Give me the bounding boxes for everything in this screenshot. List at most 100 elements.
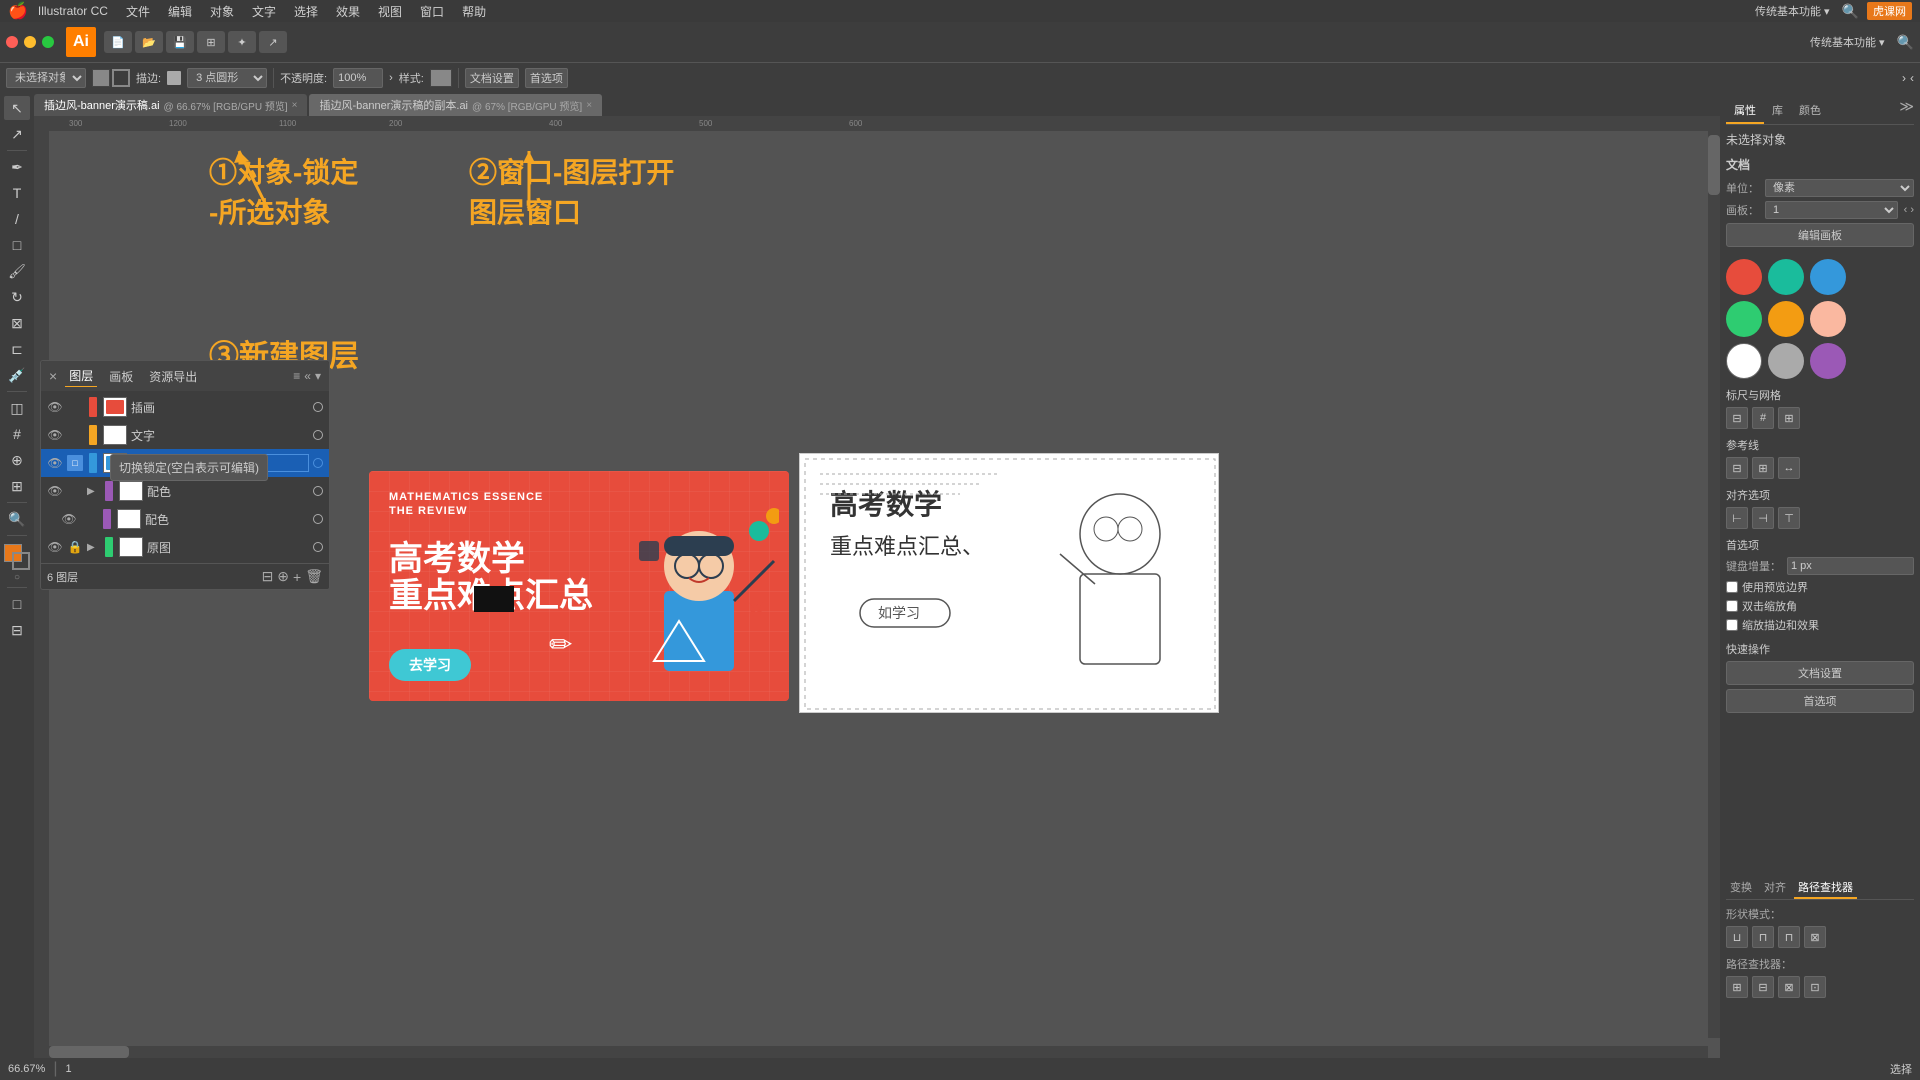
eye-sub-peise[interactable]: 👁 — [61, 511, 77, 527]
blend-tool[interactable]: ⊏ — [4, 337, 30, 361]
open-icon[interactable]: 📂 — [135, 31, 163, 53]
gradient-tool[interactable]: ◫ — [4, 396, 30, 420]
preview-bounds-check[interactable] — [1726, 581, 1738, 593]
tab-close-2[interactable]: × — [586, 100, 592, 111]
menu-help[interactable]: 帮助 — [454, 3, 494, 20]
stroke-swatch[interactable] — [112, 69, 130, 87]
dot-sub-peise[interactable] — [313, 514, 323, 524]
menu-edit[interactable]: 编辑 — [160, 3, 200, 20]
direct-selection-tool[interactable]: ↗ — [4, 122, 30, 146]
dot-yuantu[interactable] — [313, 542, 323, 552]
tab-transform[interactable]: 变换 — [1726, 877, 1756, 899]
guide-icon2[interactable]: ⊞ — [1752, 457, 1774, 479]
line-tool[interactable]: / — [4, 207, 30, 231]
banner-btn[interactable]: 去学习 — [389, 649, 471, 681]
guide-icon3[interactable]: ↔ — [1778, 457, 1800, 479]
eye-yuantu[interactable]: 👁 — [47, 539, 63, 555]
arrange-icon[interactable]: ⊞ — [197, 31, 225, 53]
normal-mode[interactable]: □ — [4, 592, 30, 616]
stroke-style-select[interactable]: 3 点圆形 — [187, 68, 267, 88]
mesh-tool[interactable]: # — [4, 422, 30, 446]
search-icon2[interactable]: 🔍 — [1897, 34, 1914, 51]
stroke-color-select[interactable]: 未选择对象 — [6, 68, 86, 88]
quick-prefs-btn[interactable]: 首选项 — [1726, 689, 1914, 713]
prefs-btn[interactable]: 首选项 — [525, 68, 568, 88]
panel-collapse[interactable]: ≫ — [1899, 98, 1914, 124]
layer-collapse-icon[interactable]: « — [304, 369, 311, 383]
scroll-h[interactable] — [49, 1046, 1708, 1058]
layer-item-chua[interactable]: 👁 插画 — [41, 393, 329, 421]
swatch-salmon[interactable] — [1810, 301, 1846, 337]
app-name[interactable]: Illustrator CC — [30, 4, 116, 18]
swatch-purple[interactable] — [1810, 343, 1846, 379]
close-button[interactable] — [6, 36, 18, 48]
divide-icon[interactable]: ⊞ — [1726, 976, 1748, 998]
mask-mode[interactable]: ⊟ — [4, 618, 30, 642]
swatch-gray[interactable] — [1768, 343, 1804, 379]
new-layer-icon[interactable]: + — [293, 569, 301, 585]
intersect-icon[interactable]: ⊓ — [1778, 926, 1800, 948]
exclude-icon[interactable]: ⊠ — [1804, 926, 1826, 948]
doc-tab-1[interactable]: 插边风-banner演示稿.ai @ 66.67% [RGB/GPU 预览] × — [34, 94, 307, 116]
swatch-teal[interactable] — [1768, 259, 1804, 295]
pixel-grid-icon[interactable]: ⊞ — [1778, 407, 1800, 429]
dot-editing[interactable] — [313, 458, 323, 468]
tab-pathfinder[interactable]: 路径查找器 — [1794, 877, 1857, 899]
swatch-blue[interactable] — [1810, 259, 1846, 295]
swatch-orange[interactable] — [1768, 301, 1804, 337]
menu-text[interactable]: 文字 — [244, 3, 284, 20]
dot-chua[interactable] — [313, 402, 323, 412]
menu-window[interactable]: 窗口 — [412, 3, 452, 20]
doc-tab-2[interactable]: 插边风-banner演示稿的副本.ai @ 67% [RGB/GPU 预览] × — [309, 94, 602, 116]
tab-color[interactable]: 颜色 — [1791, 98, 1829, 124]
expand-peise[interactable]: ▶ — [87, 486, 99, 497]
menu-view[interactable]: 视图 — [370, 3, 410, 20]
expand-yuantu[interactable]: ▶ — [87, 542, 99, 553]
doc-settings-btn[interactable]: 文档设置 — [465, 68, 519, 88]
menu-file[interactable]: 文件 — [118, 3, 158, 20]
layer-item-peise[interactable]: 👁 ▶ 配色 — [41, 477, 329, 505]
scale-stroke-check[interactable] — [1726, 619, 1738, 631]
rect-tool[interactable]: □ — [4, 233, 30, 257]
dot-peise[interactable] — [313, 486, 323, 496]
ruler-icon[interactable]: ⊟ — [1726, 407, 1748, 429]
make-clipping-icon[interactable]: ⊟ — [262, 568, 274, 585]
apple-menu[interactable]: 🍎 — [8, 1, 28, 21]
new-doc-icon[interactable]: 📄 — [104, 31, 132, 53]
tab-close-1[interactable]: × — [292, 100, 298, 111]
scroll-thumb-v[interactable] — [1708, 135, 1720, 195]
shape-builder-tool[interactable]: ⊕ — [4, 448, 30, 472]
scale-tool[interactable]: ⊠ — [4, 311, 30, 335]
minus-front-icon[interactable]: ⊓ — [1752, 926, 1774, 948]
align-center[interactable]: ⊣ — [1752, 507, 1774, 529]
tab-artboards[interactable]: 画板 — [105, 366, 137, 387]
swatch-red[interactable] — [1726, 259, 1762, 295]
layer-item-wenzi[interactable]: 👁 文字 — [41, 421, 329, 449]
layer-item-yuantu[interactable]: 👁 🔒 ▶ 原图 — [41, 533, 329, 561]
tab-library[interactable]: 库 — [1764, 98, 1791, 124]
stroke-color-box[interactable] — [167, 71, 181, 85]
grid-icon[interactable]: # — [1752, 407, 1774, 429]
tab-properties[interactable]: 属性 — [1726, 98, 1764, 124]
dot-wenzi[interactable] — [313, 430, 323, 440]
swatch-cyan[interactable] — [1726, 301, 1762, 337]
zoom-tool[interactable]: 🔍 — [4, 507, 30, 531]
new-sublayer-icon[interactable]: ⊕ — [277, 568, 289, 585]
template-select[interactable]: 1 — [1765, 201, 1898, 219]
tab-assets[interactable]: 资源导出 — [145, 366, 201, 387]
artboard-tool[interactable]: ⊞ — [4, 474, 30, 498]
minimize-button[interactable] — [24, 36, 36, 48]
tab-layers[interactable]: 图层 — [65, 365, 97, 387]
opacity-input[interactable] — [333, 68, 383, 88]
pen-tool[interactable]: ✒ — [4, 155, 30, 179]
paint-brush-tool[interactable]: 🖌 — [4, 259, 30, 283]
selection-tool[interactable]: ↖ — [4, 96, 30, 120]
share-icon[interactable]: ↗ — [259, 31, 287, 53]
quick-doc-settings-btn[interactable]: 文档设置 — [1726, 661, 1914, 685]
crop-icon[interactable]: ⊡ — [1804, 976, 1826, 998]
delete-layer-icon[interactable]: 🗑 — [305, 568, 323, 585]
layer-subitem-peise[interactable]: 👁 配色 — [41, 505, 329, 533]
layer-more-icon[interactable]: ▾ — [315, 369, 321, 383]
align-left[interactable]: ⊢ — [1726, 507, 1748, 529]
panel-toggle[interactable]: › — [1902, 71, 1906, 85]
